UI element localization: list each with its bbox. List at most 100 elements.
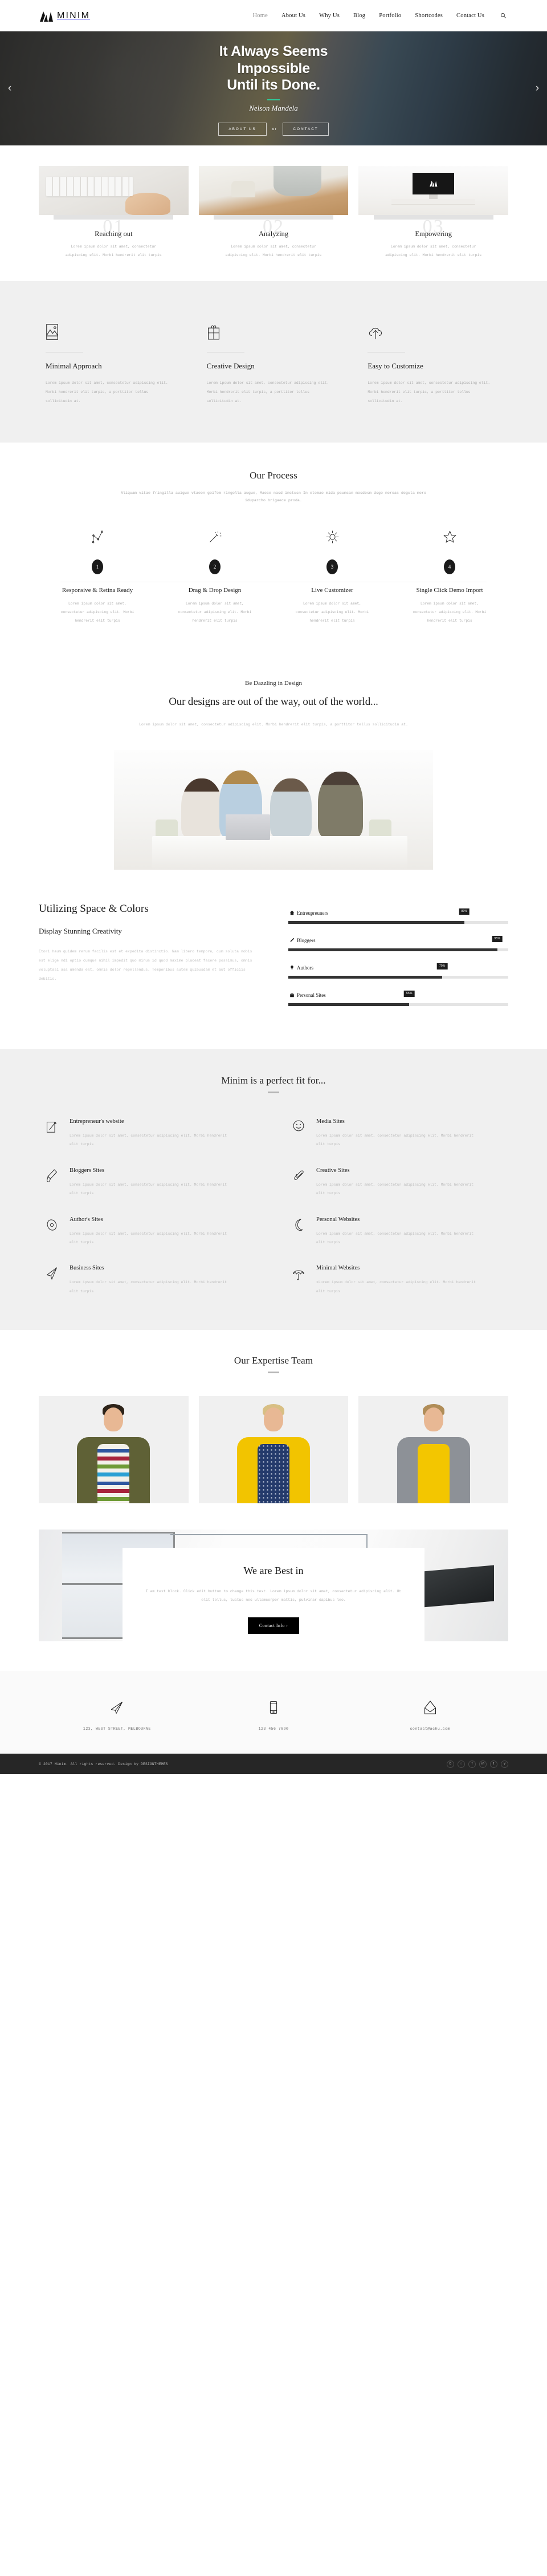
fit-description: Lorem ipsum dolor sit amet, consectetur … — [316, 1231, 474, 1244]
fitfor-title: Minim is a perfect fit for... — [221, 1075, 326, 1086]
main-navigation: Home About Us Why Us Blog Portfolio Shor… — [251, 10, 507, 21]
fit-item-authors-sites: Author's Sites Lorem ipsum dolor sit ame… — [46, 1216, 255, 1247]
fit-title: Creative Sites — [316, 1167, 350, 1174]
features-section: Minimal Approach Lorem ipsum dolor sit a… — [0, 281, 547, 443]
process-step-4: 4 Single Click Demo Import Lorem ipsum d… — [391, 528, 508, 625]
brand-logo-link[interactable]: MINIM — [39, 10, 90, 22]
nav-item-home[interactable]: Home — [251, 10, 268, 21]
step-image-writing — [198, 166, 349, 215]
dazzle-kicker: Be Dazzling in Design — [245, 680, 302, 687]
feature-easy-to-customize: Easy to Customize Lorem ipsum dolor sit … — [368, 319, 508, 405]
fitfor-grid: Entrepreneur's website Lorem ipsum dolor… — [39, 1118, 508, 1296]
process-step-2: 2 Drag & Drop Design Lorem ipsum dolor s… — [156, 528, 274, 625]
hero-content: It Always Seems Impossible Until its Don… — [0, 31, 547, 145]
bestin-background: We are Best in I am text block. Click ed… — [39, 1530, 508, 1642]
footer-copyright: © 2017 Minim. All rights reserved. Desig… — [39, 1762, 168, 1766]
feature-description: Lorem ipsum dolor sit amet, consectetur … — [206, 381, 329, 403]
fit-item-entrepreneurs-website: Entrepreneur's website Lorem ipsum dolor… — [46, 1118, 255, 1149]
skill-percent: 95% — [492, 936, 503, 943]
tumblr-icon[interactable]: t — [490, 1760, 497, 1768]
process-step-description: Lorem ipsum dolor sit amet, consectetur … — [60, 601, 134, 623]
paper-plane-icon — [39, 1698, 195, 1717]
skill-track — [288, 976, 508, 979]
skill-label: Personal Sites — [297, 992, 326, 998]
nav-item-blog[interactable]: Blog — [352, 10, 366, 21]
feature-title: Minimal Approach — [46, 362, 102, 371]
feature-title: Easy to Customize — [368, 362, 423, 371]
nav-item-about-us[interactable]: About Us — [280, 10, 307, 21]
nav-item-portfolio[interactable]: Portfolio — [378, 10, 402, 21]
process-step-number: 2 — [209, 559, 221, 574]
bestin-description: I am text block. Click edit button to ch… — [145, 1589, 402, 1603]
nav-item-contact-us[interactable]: Contact Us — [455, 10, 485, 21]
step-image-imac — [358, 166, 509, 215]
step-card-reaching-out[interactable]: 01 Reaching out Lorem ipsum dolor sit am… — [39, 166, 189, 259]
skill-bar-authors: Authors 70% — [288, 963, 508, 979]
skill-fill — [288, 921, 464, 924]
fit-item-personal-websites: Personal Websites Lorem ipsum dolor sit … — [292, 1216, 501, 1247]
fit-item-business-sites: Business Sites Lorem ipsum dolor sit ame… — [46, 1265, 255, 1296]
skills-subtitle: Display Stunning Creativity — [39, 927, 122, 936]
hero-prev-arrow[interactable]: ‹ — [3, 82, 16, 95]
twitter-icon[interactable]: ᴠ — [501, 1760, 508, 1768]
fit-description: Lorem ipsum dolor sit amet, consectetur … — [70, 1134, 227, 1147]
pencil-icon — [288, 938, 295, 943]
team-member-card-3[interactable] — [358, 1396, 509, 1504]
linkedin-icon[interactable]: in — [479, 1760, 487, 1768]
dribbble-icon[interactable]: ◌ — [458, 1760, 465, 1768]
hero-next-arrow[interactable]: › — [531, 82, 544, 95]
step-description: Lorem ipsum dolor sit amet, consectetur … — [65, 245, 162, 257]
hero-about-us-button[interactable]: ABOUT US — [218, 122, 267, 136]
nav-item-why-us[interactable]: Why Us — [318, 10, 341, 21]
fit-description: xLorem ipsum dolor sit amet, consectetur… — [316, 1280, 476, 1293]
feature-description: Lorem ipsum dolor sit amet, consectetur … — [368, 381, 491, 403]
process-step-title: Live Customizer — [311, 586, 353, 594]
cloud-upload-icon — [368, 319, 508, 340]
paperclip-icon — [292, 1167, 307, 1198]
team-title: Our Expertise Team — [234, 1355, 313, 1366]
bulb-icon — [288, 965, 295, 970]
process-step-description: Lorem ipsum dolor sit amet, consectetur … — [178, 601, 252, 623]
process-step-title: Responsive & Retina Ready — [62, 586, 133, 594]
fit-item-bloggers-sites: Bloggers Sites Lorem ipsum dolor sit ame… — [46, 1167, 255, 1198]
process-step-description: Lorem ipsum dolor sit amet, consectetur … — [295, 601, 369, 623]
skill-label: Bloggers — [297, 937, 316, 943]
contact-info-button[interactable]: Contact Info › — [247, 1617, 300, 1634]
feature-title: Creative Design — [206, 362, 255, 371]
step-card-analyzing[interactable]: 02 Analyzing Lorem ipsum dolor sit amet,… — [198, 166, 349, 259]
contact-address-column: 123, WEST STREET, MELBOURNE — [39, 1698, 195, 1731]
process-step-number: 1 — [92, 559, 103, 574]
fit-title: Personal Websites — [316, 1216, 360, 1223]
process-section: Our Process Aliquam vitae fringilla auig… — [0, 442, 547, 656]
process-title: Our Process — [250, 469, 297, 481]
chart-line-icon — [39, 528, 156, 547]
nav-item-shortcodes[interactable]: Shortcodes — [414, 10, 444, 21]
hero-quote-author: Nelson Mandela — [249, 103, 298, 112]
dazzle-team-photo — [114, 750, 433, 870]
team-member-card-1[interactable] — [39, 1396, 189, 1504]
team-section: Our Expertise Team — [0, 1330, 547, 1530]
search-icon[interactable] — [499, 12, 507, 20]
team-member-card-2[interactable] — [198, 1396, 349, 1504]
site-header: MINIM Home About Us Why Us Blog Portfoli… — [0, 0, 547, 31]
skill-percent: 80% — [459, 908, 470, 915]
fit-item-minimal-websites: Minimal Websites xLorem ipsum dolor sit … — [292, 1265, 501, 1296]
fit-item-creative-sites: Creative Sites Lorem ipsum dolor sit ame… — [292, 1167, 501, 1198]
dazzle-heading: Our designs are out of the way, out of t… — [169, 696, 378, 708]
skills-row: Utilizing Space & Colors Display Stunnin… — [39, 873, 508, 1049]
facebook-icon[interactable]: f — [468, 1760, 476, 1768]
hero-title-line-3: Until its Done. — [227, 77, 320, 94]
gift-icon — [207, 319, 348, 340]
skills-section: Utilizing Space & Colors Display Stunnin… — [0, 873, 547, 1049]
process-step-number: 3 — [326, 559, 338, 574]
step-description: Lorem ipsum dolor sit amet, consectetur … — [385, 245, 482, 257]
behance-icon[interactable]: ƀ — [447, 1760, 454, 1768]
umbrella-icon — [292, 1265, 307, 1296]
feature-description: Lorem ipsum dolor sit amet, consectetur … — [46, 381, 168, 403]
step-card-empowering[interactable]: 03 Empowering Lorem ipsum dolor sit amet… — [358, 166, 509, 259]
contact-phone: 123 456 7890 — [258, 1727, 289, 1731]
hero-contact-button[interactable]: CONTACT — [283, 122, 329, 136]
fit-item-media-sites: Media Sites Lorem ipsum dolor sit amet, … — [292, 1118, 501, 1149]
magic-wand-icon — [156, 528, 274, 547]
dazzle-description: Lorem ipsum dolor sit amet, consectetur … — [139, 723, 408, 727]
